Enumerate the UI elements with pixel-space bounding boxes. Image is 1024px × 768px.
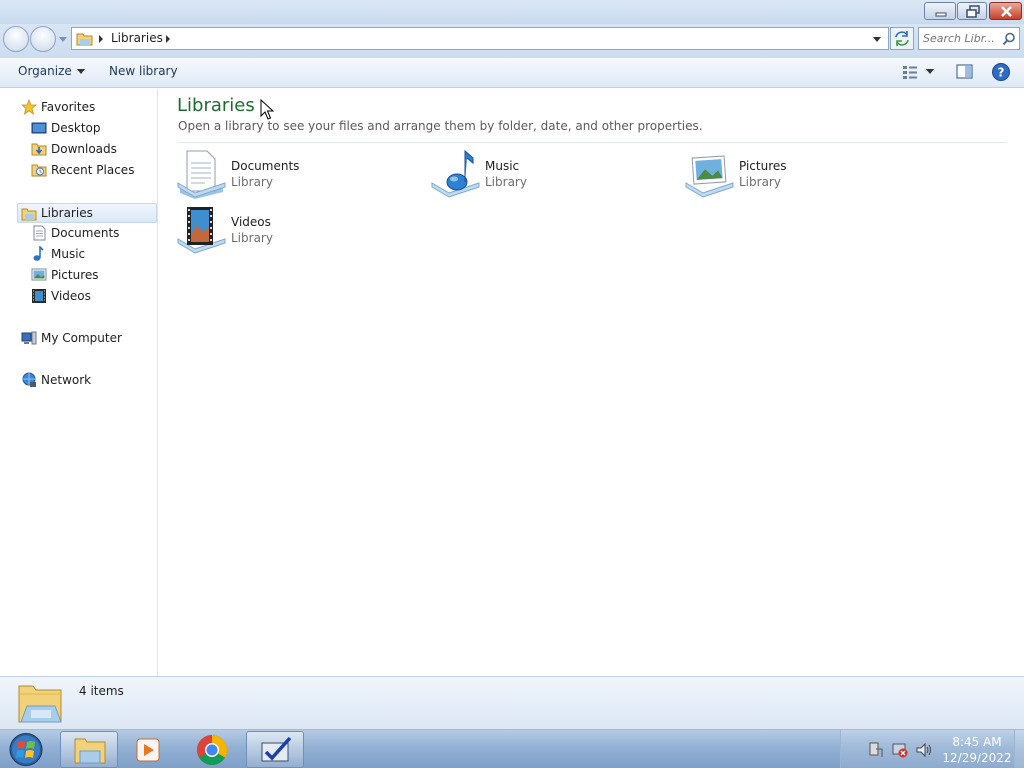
address-row: Libraries: [0, 24, 1024, 58]
back-button[interactable]: [3, 26, 29, 52]
restore-icon: [966, 5, 980, 18]
sidebar-label: Music: [51, 247, 86, 261]
close-icon: [1001, 6, 1012, 17]
sidebar-item-libraries[interactable]: Libraries: [17, 203, 157, 223]
library-name: Videos: [231, 215, 271, 229]
network-disconnected-icon[interactable]: [891, 741, 909, 759]
start-button-windows-orb-icon[interactable]: [5, 731, 47, 768]
search-icon[interactable]: [1002, 32, 1016, 46]
divider: [177, 142, 1007, 143]
video-film-icon: [32, 289, 46, 303]
chevron-down-icon[interactable]: [872, 36, 882, 43]
star-icon: [21, 99, 37, 115]
refresh-icon: [895, 31, 909, 46]
organize-button[interactable]: Organize: [18, 64, 86, 78]
desktop-icon: [31, 122, 47, 134]
sidebar-label: Libraries: [41, 206, 93, 220]
recent-pages-dropdown-icon[interactable]: [58, 34, 68, 44]
preview-pane-icon[interactable]: [955, 63, 975, 81]
taskbar-chrome-button[interactable]: [183, 731, 241, 768]
chevron-right-icon[interactable]: [164, 34, 172, 44]
page-subtitle: Open a library to see your files and arr…: [178, 119, 703, 133]
address-bar[interactable]: Libraries: [71, 27, 889, 50]
breadcrumb-libraries[interactable]: Libraries: [111, 31, 163, 45]
library-tile-pictures[interactable]: Pictures Library: [685, 149, 925, 201]
folder-icon: [74, 738, 106, 764]
taskbar: 8:45 AM 12/29/2022: [0, 729, 1024, 768]
sidebar-label: Documents: [51, 226, 120, 240]
network-icon: [22, 372, 36, 387]
sidebar-label: Network: [41, 373, 92, 387]
library-type: Library: [485, 175, 527, 189]
downloads-folder-icon: [31, 143, 47, 156]
libraries-icon: [21, 208, 37, 221]
chrome-icon: [196, 735, 228, 766]
library-name: Documents: [231, 159, 300, 173]
sidebar-label: Favorites: [41, 100, 96, 114]
volume-icon[interactable]: [915, 741, 933, 759]
chevron-right-icon[interactable]: [97, 34, 105, 44]
sidebar-label: Downloads: [51, 142, 117, 156]
svg-text:?: ?: [998, 66, 1005, 80]
library-tile-music[interactable]: Music Library: [431, 149, 671, 201]
change-view-icon[interactable]: [900, 63, 920, 81]
taskbar-media-player-button[interactable]: [120, 731, 178, 768]
videos-library-icon: [177, 207, 226, 254]
media-player-icon: [136, 738, 160, 762]
checkmark-app-icon: [261, 736, 292, 762]
library-name: Pictures: [739, 159, 787, 173]
library-type: Library: [231, 231, 273, 245]
minimize-icon: [935, 12, 947, 17]
command-bar: Organize New library ?: [0, 58, 1024, 88]
navigation-pane: Favorites Desktop Downloads Recent Place…: [0, 89, 158, 676]
close-button[interactable]: [989, 2, 1022, 20]
library-tile-documents[interactable]: Documents Library: [177, 149, 417, 201]
show-desktop-button[interactable]: [1014, 730, 1024, 768]
system-tray: 8:45 AM 12/29/2022: [840, 730, 1024, 768]
recent-places-icon: [31, 164, 47, 177]
page-title: Libraries: [177, 95, 255, 116]
item-count: 4 items: [79, 684, 124, 698]
library-name: Music: [485, 159, 520, 173]
minimize-button[interactable]: [924, 2, 956, 20]
details-pane: 4 items: [0, 676, 1024, 729]
view-options-dropdown-icon[interactable]: [926, 69, 935, 75]
mouse-cursor-icon: [260, 99, 274, 120]
libraries-folder-icon: [18, 685, 62, 723]
refresh-button[interactable]: [890, 27, 914, 50]
chevron-down-icon: [76, 68, 85, 74]
restore-button[interactable]: [957, 2, 987, 20]
computer-icon: [21, 331, 37, 345]
sidebar-label: Desktop: [51, 121, 101, 135]
library-tile-videos[interactable]: Videos Library: [177, 205, 417, 257]
documents-library-icon: [177, 150, 226, 199]
clock-date[interactable]: 12/29/2022: [939, 751, 1015, 765]
library-type: Library: [739, 175, 781, 189]
content-pane: Libraries Open a library to see your fil…: [159, 89, 1024, 676]
organize-label: Organize: [18, 64, 72, 78]
pictures-library-icon: [685, 155, 734, 198]
title-bar: [0, 0, 1024, 24]
action-center-icon[interactable]: [867, 741, 885, 759]
clock-time[interactable]: 8:45 AM: [943, 735, 1011, 749]
music-library-icon: [431, 149, 480, 198]
search-input[interactable]: [923, 31, 999, 46]
pictures-icon: [31, 268, 47, 281]
documents-icon: [33, 225, 46, 241]
search-box[interactable]: [918, 27, 1020, 50]
sidebar-label: Recent Places: [51, 163, 135, 177]
sidebar-label: Videos: [51, 289, 91, 303]
library-type: Library: [231, 175, 273, 189]
libraries-folder-icon: [76, 33, 93, 46]
forward-button[interactable]: [30, 26, 56, 52]
help-icon[interactable]: ?: [991, 62, 1011, 82]
sidebar-label: Pictures: [51, 268, 99, 282]
music-note-icon: [33, 246, 44, 261]
sidebar-label: My Computer: [41, 331, 122, 345]
new-library-button[interactable]: New library: [109, 64, 178, 78]
taskbar-app-button[interactable]: [246, 731, 304, 768]
taskbar-explorer-button[interactable]: [60, 731, 118, 768]
